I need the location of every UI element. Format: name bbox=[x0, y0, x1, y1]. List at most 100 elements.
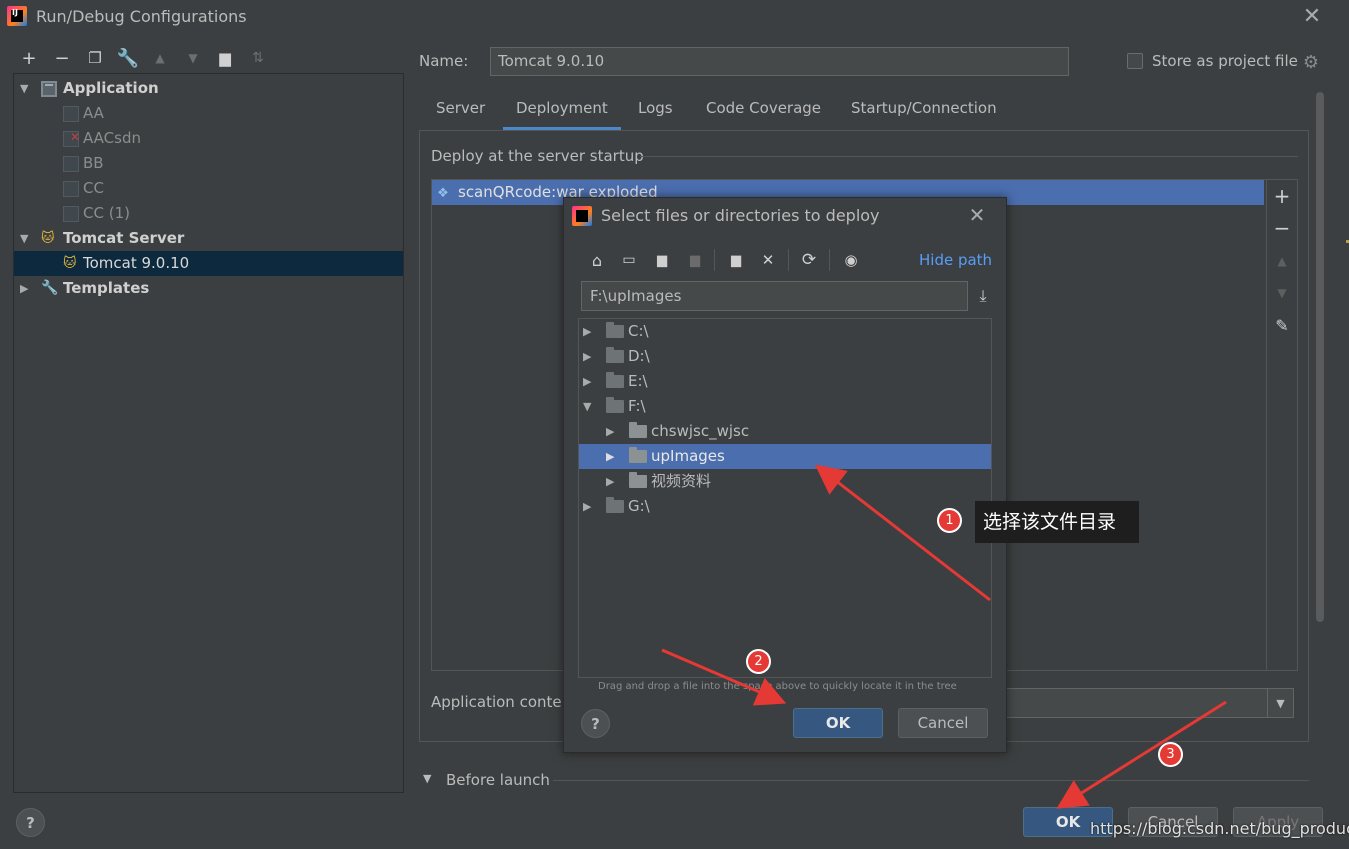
help-button[interactable]: ? bbox=[16, 808, 45, 837]
folder-icon bbox=[629, 472, 647, 488]
folder-icon bbox=[629, 422, 647, 438]
tree-item-drive-e[interactable]: ▶ E:\ bbox=[579, 369, 991, 394]
collapsed-arrow-icon[interactable]: ▶ bbox=[606, 419, 618, 444]
tab-logs[interactable]: Logs bbox=[638, 98, 673, 130]
tree-group-label: Templates bbox=[63, 279, 150, 297]
project-folder-icon[interactable]: ▆ bbox=[651, 249, 673, 271]
annotation-badge: 3 bbox=[1158, 742, 1183, 767]
tree-item-cc-1[interactable]: CC (1) bbox=[14, 201, 403, 226]
before-launch-label[interactable]: Before launch bbox=[446, 771, 550, 789]
application-icon bbox=[41, 81, 57, 97]
tree-item-label: G:\ bbox=[628, 497, 650, 515]
application-context-input[interactable] bbox=[1006, 688, 1268, 718]
tree-item-bb[interactable]: BB bbox=[14, 151, 403, 176]
tree-item-cc[interactable]: CC bbox=[14, 176, 403, 201]
tab-startup-connection[interactable]: Startup/Connection bbox=[851, 98, 997, 130]
name-input[interactable]: Tomcat 9.0.10 bbox=[490, 47, 1069, 76]
expanded-arrow-icon[interactable]: ▼ bbox=[583, 394, 595, 419]
drop-hint: Drag and drop a file into the space abov… bbox=[598, 681, 957, 692]
annotation-badge: 1 bbox=[937, 508, 962, 533]
dialog-cancel-button[interactable]: Cancel bbox=[898, 708, 988, 738]
tree-group-label: Tomcat Server bbox=[63, 229, 185, 247]
tree-item-folder-upimages[interactable]: ▶ upImages bbox=[579, 444, 991, 469]
tree-item-drive-c[interactable]: ▶ C:\ bbox=[579, 319, 991, 344]
application-config-icon bbox=[63, 156, 79, 172]
divider bbox=[553, 780, 1309, 781]
edit-icon[interactable]: ✎ bbox=[1271, 314, 1293, 336]
collapsed-arrow-icon[interactable]: ▶ bbox=[583, 319, 595, 344]
delete-icon[interactable]: ✕ bbox=[757, 249, 779, 271]
application-config-icon bbox=[63, 206, 79, 222]
toolbar-separator bbox=[829, 249, 830, 271]
add-icon[interactable]: + bbox=[1271, 184, 1293, 208]
gear-icon[interactable]: ⚙ bbox=[1301, 52, 1321, 73]
drive-icon bbox=[606, 347, 624, 363]
expanded-arrow-icon[interactable]: ▼ bbox=[20, 226, 32, 251]
hide-path-link[interactable]: Hide path bbox=[919, 251, 992, 269]
tree-item-folder-videos[interactable]: ▶ 视频资料 bbox=[579, 469, 991, 494]
tree-item-label: 视频资料 bbox=[651, 472, 712, 490]
tree-item-label: CC bbox=[83, 179, 104, 197]
new-folder-icon[interactable]: ▆ bbox=[213, 46, 237, 70]
toolbar-separator bbox=[714, 249, 715, 271]
tree-item-folder-chswjsc[interactable]: ▶ chswjsc_wjsc bbox=[579, 419, 991, 444]
copy-icon[interactable]: ❐ bbox=[83, 46, 107, 70]
dialog-ok-button[interactable]: OK bbox=[793, 708, 883, 738]
tree-item-aacsdn[interactable]: ✕ AACsdn bbox=[14, 126, 403, 151]
tree-item-label: upImages bbox=[651, 447, 725, 465]
configuration-tree[interactable]: ▼ Application AA ✕ AACsdn BB CC CC (1) ▼… bbox=[13, 73, 404, 793]
tomcat-icon: 🐱 bbox=[63, 256, 77, 271]
tree-item-drive-f[interactable]: ▼ F:\ bbox=[579, 394, 991, 419]
store-as-project-checkbox[interactable] bbox=[1127, 53, 1143, 69]
close-icon[interactable]: ✕ bbox=[966, 203, 988, 227]
tree-group-label: Application bbox=[63, 79, 159, 97]
move-down-icon: ▼ bbox=[188, 51, 198, 65]
toolbar-separator bbox=[788, 249, 789, 271]
expanded-arrow-icon[interactable]: ▼ bbox=[20, 76, 32, 101]
new-folder-icon[interactable]: ▆ bbox=[725, 249, 747, 271]
collapsed-arrow-icon[interactable]: ▶ bbox=[20, 276, 32, 301]
file-system-tree[interactable]: ▶ C:\ ▶ D:\ ▶ E:\ ▼ F:\ ▶ chswjsc_wjsc ▶… bbox=[578, 318, 992, 678]
window-title: Run/Debug Configurations bbox=[36, 7, 247, 26]
tree-group-tomcat-server[interactable]: ▼ 🐱 Tomcat Server bbox=[14, 226, 403, 251]
expanded-arrow-icon[interactable]: ▼ bbox=[423, 772, 431, 785]
remove-icon[interactable]: − bbox=[50, 46, 74, 70]
refresh-icon[interactable]: ⟳ bbox=[798, 249, 820, 271]
annotation-callout: 选择该文件目录 bbox=[975, 501, 1139, 543]
help-button[interactable]: ? bbox=[581, 709, 610, 738]
tab-code-coverage[interactable]: Code Coverage bbox=[706, 98, 821, 130]
path-input[interactable]: F:\upImages bbox=[581, 281, 968, 311]
scrollbar[interactable] bbox=[1316, 92, 1324, 622]
remove-icon[interactable]: − bbox=[1271, 216, 1293, 240]
tree-item-label: E:\ bbox=[628, 372, 648, 390]
tree-item-tomcat-9[interactable]: 🐱 Tomcat 9.0.10 bbox=[14, 251, 403, 276]
desktop-icon[interactable]: ▭ bbox=[618, 249, 640, 271]
show-hidden-icon[interactable]: ◉ bbox=[840, 249, 862, 271]
application-config-error-icon: ✕ bbox=[63, 130, 80, 147]
tab-deployment[interactable]: Deployment bbox=[503, 98, 621, 130]
collapsed-arrow-icon[interactable]: ▶ bbox=[583, 494, 595, 519]
tree-group-application[interactable]: ▼ Application bbox=[14, 76, 403, 101]
application-config-icon bbox=[63, 106, 79, 122]
close-icon[interactable]: ✕ bbox=[1300, 4, 1324, 29]
name-label: Name: bbox=[419, 52, 469, 70]
download-icon[interactable]: ⤓ bbox=[972, 285, 994, 307]
tree-item-label: AA bbox=[83, 104, 104, 122]
store-as-project-label[interactable]: Store as project file bbox=[1152, 52, 1298, 70]
tree-item-drive-d[interactable]: ▶ D:\ bbox=[579, 344, 991, 369]
tree-item-label: AACsdn bbox=[83, 129, 141, 147]
annotation-badge: 2 bbox=[746, 649, 771, 674]
add-icon[interactable]: + bbox=[17, 46, 41, 70]
chevron-down-icon[interactable]: ▼ bbox=[1267, 688, 1294, 718]
intellij-logo-icon bbox=[7, 6, 27, 26]
collapsed-arrow-icon[interactable]: ▶ bbox=[583, 369, 595, 394]
collapsed-arrow-icon[interactable]: ▶ bbox=[606, 469, 618, 494]
tab-server[interactable]: Server bbox=[436, 98, 485, 130]
tree-item-drive-g[interactable]: ▶ G:\ bbox=[579, 494, 991, 519]
tree-group-templates[interactable]: ▶ 🔧 Templates bbox=[14, 276, 403, 301]
wrench-icon[interactable]: 🔧 bbox=[116, 46, 140, 70]
home-icon[interactable]: ⌂ bbox=[586, 249, 608, 271]
tree-item-aa[interactable]: AA bbox=[14, 101, 403, 126]
collapsed-arrow-icon[interactable]: ▶ bbox=[583, 344, 595, 369]
collapsed-arrow-icon[interactable]: ▶ bbox=[606, 444, 618, 469]
